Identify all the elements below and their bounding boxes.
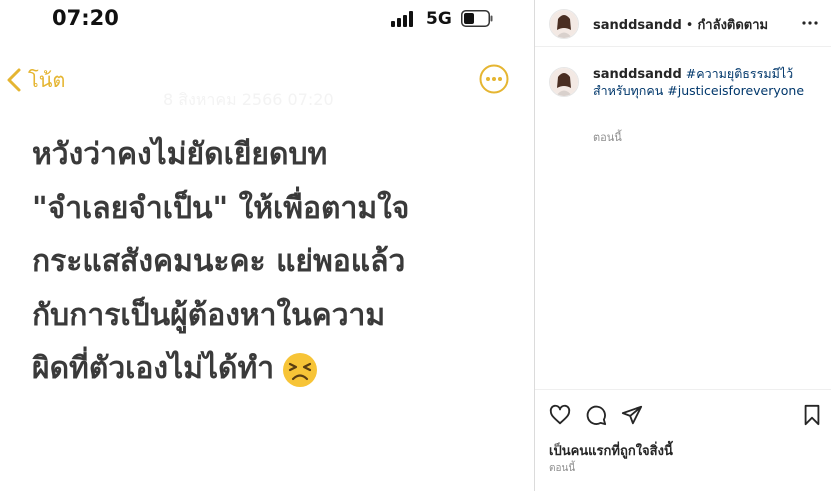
post-time: ตอนนี้ — [549, 463, 576, 474]
caption: sanddsandd #ความยุติธรรมมีไว้สำหรับทุกคน… — [593, 66, 823, 99]
post-header: sanddsandd • กำลังติดตาม — [535, 0, 831, 47]
note-body: หวังว่าคงไม่ยัดเยียดบท "จำเลยจำเป็น" ให้… — [32, 128, 522, 396]
likes-text[interactable]: เป็นคนแรกที่ถูกใจสิ่งนี้ — [549, 440, 673, 461]
avatar-image — [550, 68, 578, 96]
note-line: "จำเลยจำเป็น" ให้เพื่อตามใจ — [32, 190, 410, 226]
note-line: หวังว่าคงไม่ยัดเยียดบท — [32, 137, 328, 172]
bookmark-icon[interactable] — [801, 404, 823, 426]
username[interactable]: sanddsandd — [593, 18, 682, 33]
hashtag[interactable]: #justiceisforeveryone — [667, 83, 804, 98]
more-circle-icon[interactable] — [479, 64, 509, 94]
signal-icon — [391, 11, 417, 27]
avatar-image — [550, 10, 578, 38]
back-label: โน้ต — [28, 68, 66, 92]
separator-dot: • — [685, 18, 694, 33]
post-panel: sanddsandd • กำลังติดตาม sanddsandd #ความย… — [534, 0, 831, 491]
note-line-last: ผิดที่ตัวเองไม่ได้ทำ — [32, 342, 522, 396]
caption-username[interactable]: sanddsandd — [593, 67, 682, 82]
note-line: กระแสสังคมนะคะ แย่พอแล้ว — [32, 244, 406, 279]
note-line: ผิดที่ตัวเองไม่ได้ทำ — [32, 351, 275, 386]
status-bar: 07:20 5G — [0, 0, 533, 40]
status-time: 07:20 — [52, 6, 119, 30]
action-bar — [535, 389, 831, 436]
more-horizontal-icon[interactable] — [801, 14, 819, 32]
caption-avatar[interactable] — [549, 67, 579, 97]
caption-time: ตอนนี้ — [593, 131, 622, 144]
note-line: กับการเป็นผู้ต้องหาในความ — [32, 297, 386, 333]
back-button[interactable]: โน้ต — [6, 62, 65, 98]
back-chevron-icon — [7, 68, 21, 92]
note-date: 8 สิงหาคม 2566 07:20 — [163, 90, 334, 109]
persevering-face-emoji — [283, 352, 318, 387]
following-button[interactable]: กำลังติดตาม — [697, 18, 768, 33]
share-icon[interactable] — [621, 404, 643, 426]
comment-icon[interactable] — [585, 404, 607, 426]
header-text: sanddsandd • กำลังติดตาม — [593, 14, 768, 35]
heart-icon[interactable] — [549, 404, 571, 426]
network-label: 5G — [426, 9, 452, 29]
avatar[interactable] — [549, 9, 579, 39]
battery-icon — [461, 10, 493, 27]
notes-screenshot: 07:20 5G โน้ต 8 สิงหาคม 2566 07:20 หวังว… — [0, 0, 533, 491]
